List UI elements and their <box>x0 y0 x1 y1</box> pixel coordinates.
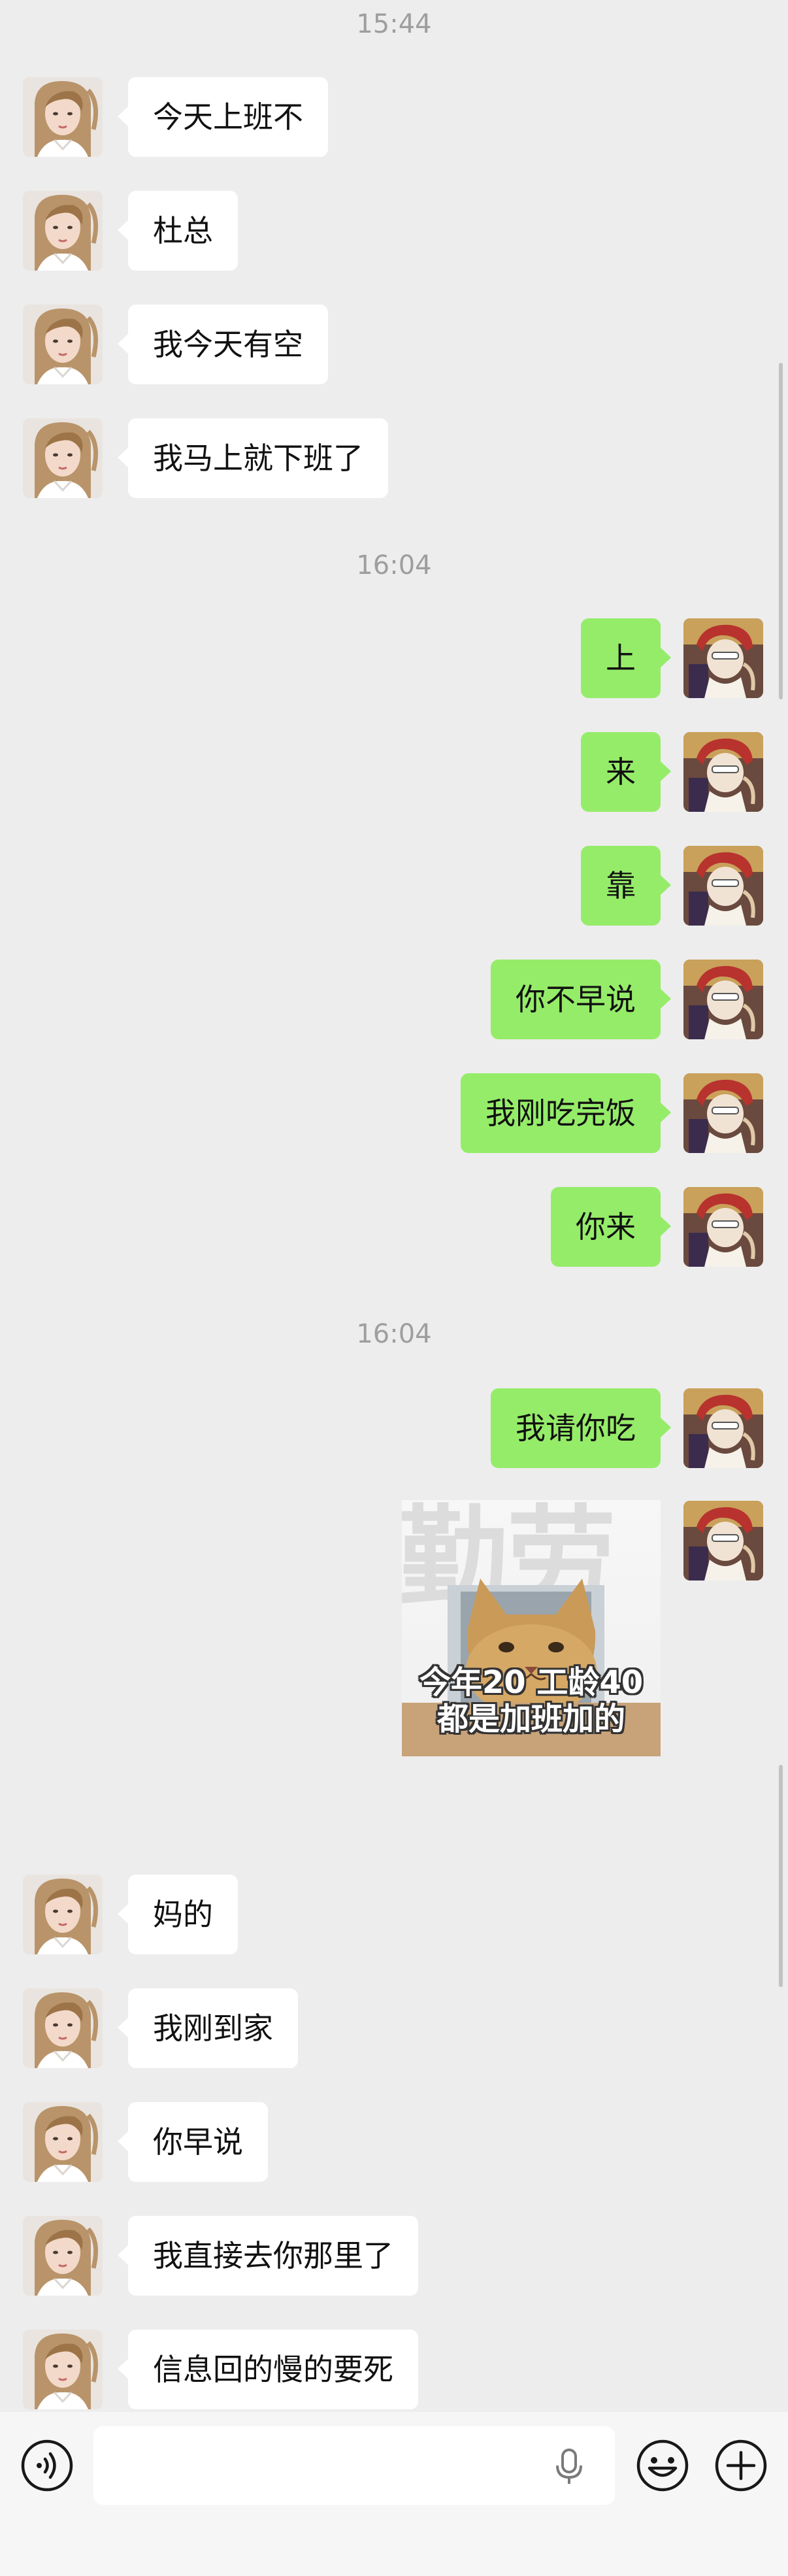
contact-avatar[interactable] <box>23 418 103 498</box>
received-message[interactable]: 信息回的慢的要死 <box>118 2330 418 2409</box>
plus-icon[interactable] <box>714 2438 768 2493</box>
my-avatar[interactable] <box>683 1187 763 1267</box>
timestamp: 16:04 <box>356 550 432 580</box>
received-message[interactable]: 我马上就下班了 <box>118 418 388 498</box>
my-avatar[interactable] <box>683 960 763 1039</box>
my-avatar[interactable] <box>683 846 763 926</box>
sticker-caption-line2: 都是加班加的 <box>436 1701 625 1737</box>
received-message[interactable]: 你早说 <box>118 2102 268 2182</box>
sent-message[interactable]: 我刚吃完饭 <box>461 1073 671 1153</box>
sent-message[interactable]: 我请你吃 <box>491 1388 671 1468</box>
sent-message[interactable]: 来 <box>581 732 671 812</box>
received-message[interactable]: 今天上班不 <box>118 77 328 157</box>
my-avatar[interactable] <box>683 1073 763 1153</box>
contact-avatar[interactable] <box>23 2102 103 2182</box>
sticker-message[interactable]: 勤劳 今年20 工龄40 都是加班加的 <box>402 1500 661 1756</box>
contact-avatar[interactable] <box>23 2216 103 2296</box>
contact-avatar[interactable] <box>23 305 103 384</box>
sent-message[interactable]: 靠 <box>581 846 671 926</box>
sent-message[interactable]: 你不早说 <box>491 960 671 1039</box>
timestamp: 16:04 <box>356 1319 432 1349</box>
received-message[interactable]: 妈的 <box>118 1875 238 1954</box>
contact-avatar[interactable] <box>23 1875 103 1954</box>
received-message[interactable]: 我今天有空 <box>118 305 328 384</box>
sent-message[interactable]: 上 <box>581 618 671 698</box>
received-message[interactable]: 我刚到家 <box>118 1988 298 2068</box>
microphone-icon[interactable] <box>551 2447 587 2486</box>
scrollbar-bottom[interactable] <box>779 1765 783 1987</box>
my-avatar[interactable] <box>683 1388 763 1468</box>
contact-avatar[interactable] <box>23 77 103 157</box>
received-message[interactable]: 我直接去你那里了 <box>118 2216 418 2296</box>
my-avatar[interactable] <box>683 732 763 812</box>
emoji-icon[interactable] <box>635 2438 690 2493</box>
my-avatar[interactable] <box>683 1501 763 1581</box>
voice-icon[interactable] <box>20 2438 74 2493</box>
contact-avatar[interactable] <box>23 1988 103 2068</box>
sticker-caption-line1: 今年20 工龄40 <box>419 1664 644 1701</box>
scrollbar-top[interactable] <box>779 363 783 699</box>
my-avatar[interactable] <box>683 618 763 698</box>
contact-avatar[interactable] <box>23 191 103 271</box>
sent-message[interactable]: 你来 <box>551 1187 671 1267</box>
contact-avatar[interactable] <box>23 2330 103 2409</box>
message-input[interactable] <box>93 2426 615 2505</box>
received-message[interactable]: 杜总 <box>118 191 238 271</box>
input-bar <box>0 2412 788 2576</box>
timestamp: 15:44 <box>356 9 432 39</box>
